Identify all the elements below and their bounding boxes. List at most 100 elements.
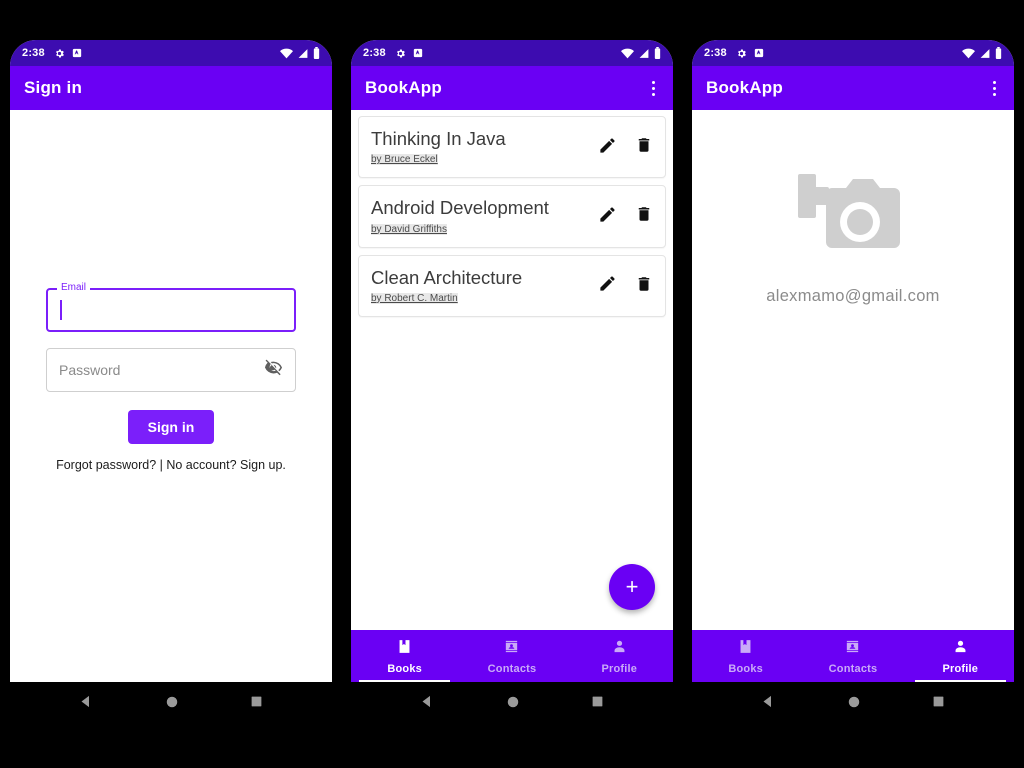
person-icon bbox=[952, 638, 969, 660]
home-button-icon[interactable] bbox=[506, 695, 520, 714]
back-button-icon[interactable] bbox=[420, 694, 435, 714]
bottom-navigation: Books Contacts Profile bbox=[692, 630, 1014, 682]
bottom-navigation: Books Contacts Profile bbox=[351, 630, 673, 682]
person-icon bbox=[611, 638, 628, 660]
nav-item-profile[interactable]: Profile bbox=[566, 630, 673, 682]
book-author: by Bruce Eckel bbox=[371, 154, 438, 166]
sign-in-button[interactable]: Sign in bbox=[127, 410, 215, 444]
delete-icon[interactable] bbox=[635, 205, 653, 228]
nav-item-contacts[interactable]: Contacts bbox=[799, 630, 906, 682]
status-bar: 2:38 bbox=[10, 40, 332, 66]
recents-button-icon[interactable] bbox=[591, 695, 604, 713]
password-field[interactable]: Password bbox=[46, 348, 296, 392]
page-title: BookApp bbox=[365, 78, 442, 97]
back-button-icon[interactable] bbox=[761, 694, 776, 714]
page-title: Sign in bbox=[24, 78, 83, 97]
add-book-fab[interactable]: + bbox=[609, 564, 655, 610]
android-system-nav bbox=[351, 682, 673, 726]
app-badge-icon bbox=[413, 48, 423, 58]
profile-screen: 2:38 BookApp alexmamo@gmail.com Books Co… bbox=[692, 40, 1014, 682]
status-bar-time: 2:38 bbox=[22, 47, 45, 59]
delete-icon[interactable] bbox=[635, 275, 653, 298]
footer-separator: | bbox=[156, 458, 167, 472]
text-cursor bbox=[60, 300, 62, 320]
battery-icon bbox=[995, 47, 1002, 59]
nav-label-profile: Profile bbox=[942, 662, 979, 675]
nav-label-profile: Profile bbox=[601, 662, 638, 675]
email-field-label: Email bbox=[57, 282, 91, 293]
edit-icon[interactable] bbox=[598, 205, 617, 229]
nav-label-books: Books bbox=[728, 662, 763, 675]
add-a-photo-icon[interactable] bbox=[785, 160, 908, 265]
phone-profile: 2:38 BookApp alexmamo@gmail.com Books Co… bbox=[692, 40, 1014, 726]
password-placeholder: Password bbox=[59, 362, 121, 378]
status-bar-time: 2:38 bbox=[704, 47, 727, 59]
plus-icon: + bbox=[625, 574, 639, 599]
contacts-icon bbox=[503, 638, 520, 660]
signin-content: Email Password Sign in Forgot password? … bbox=[10, 110, 332, 682]
home-button-icon[interactable] bbox=[165, 695, 179, 714]
gear-icon bbox=[395, 48, 406, 59]
edit-icon[interactable] bbox=[598, 136, 617, 160]
eye-off-icon[interactable] bbox=[264, 358, 283, 382]
nav-label-contacts: Contacts bbox=[487, 662, 537, 675]
book-title: Clean Architecture bbox=[371, 266, 523, 288]
profile-content: alexmamo@gmail.com bbox=[692, 110, 1014, 630]
book-title: Thinking In Java bbox=[371, 128, 506, 149]
email-field[interactable]: Email bbox=[46, 282, 296, 332]
nav-item-profile[interactable]: Profile bbox=[907, 630, 1014, 682]
phone-signin: 2:38 Sign in Email Password Sign in Forg… bbox=[10, 40, 332, 726]
signin-footer-links: Forgot password? | No account? Sign up. bbox=[46, 458, 296, 472]
nav-item-books[interactable]: Books bbox=[692, 630, 799, 682]
android-system-nav bbox=[10, 682, 332, 726]
android-system-nav bbox=[692, 682, 1014, 726]
book-list: Thinking In Java by Bruce Eckel Android … bbox=[351, 110, 673, 630]
books-screen: 2:38 BookApp Thinking In Java by Bruce E… bbox=[351, 40, 673, 682]
nav-item-contacts[interactable]: Contacts bbox=[458, 630, 565, 682]
table-row[interactable]: Android Development by David Griffiths bbox=[358, 185, 666, 248]
nav-label-contacts: Contacts bbox=[828, 662, 878, 675]
page-title: BookApp bbox=[706, 78, 783, 97]
signin-screen: 2:38 Sign in Email Password Sign in Forg… bbox=[10, 40, 332, 682]
book-icon bbox=[737, 638, 754, 660]
app-badge-icon bbox=[72, 48, 82, 58]
overflow-menu-icon[interactable] bbox=[648, 77, 659, 100]
sign-up-link[interactable]: No account? Sign up. bbox=[166, 458, 286, 472]
edit-icon[interactable] bbox=[598, 274, 617, 298]
wifi-icon bbox=[280, 48, 293, 59]
back-button-icon[interactable] bbox=[79, 694, 94, 714]
gear-icon bbox=[736, 48, 747, 59]
phone-books: 2:38 BookApp Thinking In Java by Bruce E… bbox=[351, 40, 673, 726]
books-app-bar: BookApp bbox=[351, 66, 673, 110]
status-bar: 2:38 bbox=[692, 40, 1014, 66]
home-button-icon[interactable] bbox=[847, 695, 861, 714]
book-title: Android Development bbox=[371, 197, 549, 219]
signal-icon bbox=[638, 48, 650, 59]
forgot-password-link[interactable]: Forgot password? bbox=[56, 458, 156, 472]
screenshot-stage: 2:38 Sign in Email Password Sign in Forg… bbox=[0, 0, 1024, 768]
signin-app-bar: Sign in bbox=[10, 66, 332, 110]
signin-form: Email Password Sign in Forgot password? … bbox=[10, 282, 332, 472]
table-row[interactable]: Clean Architecture by Robert C. Martin bbox=[358, 254, 666, 317]
status-bar: 2:38 bbox=[351, 40, 673, 66]
signal-icon bbox=[297, 48, 309, 59]
gear-icon bbox=[54, 48, 65, 59]
recents-button-icon[interactable] bbox=[932, 695, 945, 713]
delete-icon[interactable] bbox=[635, 136, 653, 159]
wifi-icon bbox=[962, 48, 975, 59]
book-author: by Robert C. Martin bbox=[371, 292, 458, 304]
recents-button-icon[interactable] bbox=[250, 695, 263, 713]
overflow-menu-icon[interactable] bbox=[989, 77, 1000, 100]
status-bar-time: 2:38 bbox=[363, 47, 386, 59]
profile-email: alexmamo@gmail.com bbox=[766, 287, 940, 305]
nav-label-books: Books bbox=[387, 662, 422, 675]
nav-item-books[interactable]: Books bbox=[351, 630, 458, 682]
signal-icon bbox=[979, 48, 991, 59]
app-badge-icon bbox=[754, 48, 764, 58]
book-author: by David Griffiths bbox=[371, 223, 447, 235]
book-icon bbox=[396, 638, 413, 660]
profile-app-bar: BookApp bbox=[692, 66, 1014, 110]
contacts-icon bbox=[844, 638, 861, 660]
battery-icon bbox=[313, 47, 320, 59]
table-row[interactable]: Thinking In Java by Bruce Eckel bbox=[358, 116, 666, 179]
